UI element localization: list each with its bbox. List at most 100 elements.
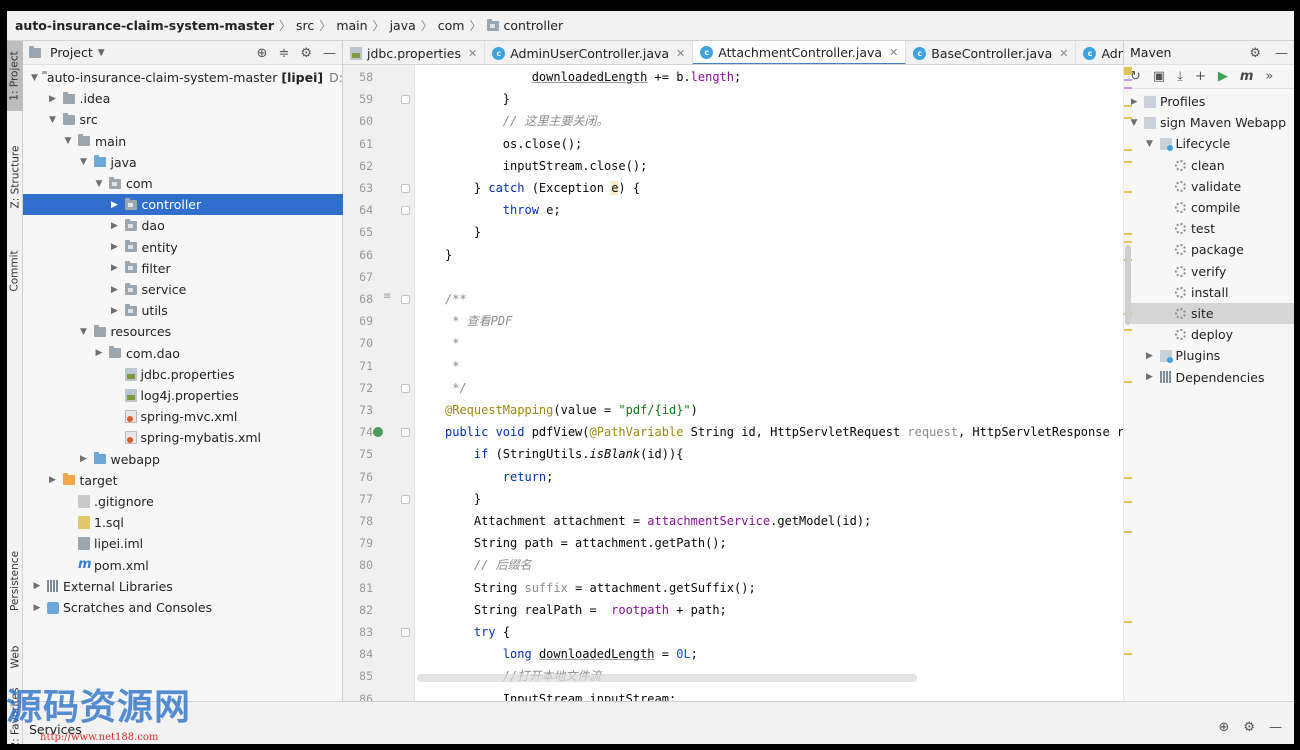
tree-item[interactable]: ▶ target — [23, 470, 343, 491]
tree-item[interactable]: ▼ main — [23, 131, 343, 152]
stripe-mark[interactable] — [1124, 233, 1132, 235]
code-line[interactable]: String path = attachment.getPath(); — [445, 532, 727, 554]
code-line[interactable]: InputStream inputStream; — [445, 688, 676, 701]
stripe-mark[interactable] — [1124, 621, 1132, 623]
maven-tree-item[interactable]: verify — [1124, 261, 1294, 282]
stripe-mark[interactable] — [1124, 477, 1132, 479]
maven-tree-item[interactable]: ▶ Plugins — [1124, 345, 1294, 366]
run-icon[interactable]: ▶ — [1218, 69, 1228, 84]
maven-tree-item[interactable]: install — [1124, 282, 1294, 303]
tree-item[interactable]: ▶ entity — [23, 237, 343, 258]
maven-tree-item[interactable]: ▶ Profiles — [1124, 91, 1294, 112]
tool-window-persistence[interactable]: Persistence — [7, 541, 23, 621]
chevron-down-icon[interactable]: ▼ — [1144, 139, 1156, 149]
code-line[interactable]: throw e; — [445, 199, 561, 221]
tree-item[interactable]: .gitignore — [23, 491, 343, 512]
fold-marker-icon[interactable] — [401, 95, 410, 105]
code-line[interactable]: * — [445, 355, 467, 377]
tree-item[interactable]: ▶ dao — [23, 215, 343, 236]
code-line[interactable]: inputStream.close(); — [445, 155, 648, 177]
more-icon[interactable]: » — [1265, 69, 1273, 84]
breadcrumb-item[interactable]: main — [336, 18, 367, 33]
tree-item[interactable]: ▶ service — [23, 279, 343, 300]
breadcrumb-item[interactable]: java — [390, 18, 416, 33]
maven-goal-icon[interactable]: m — [1240, 69, 1254, 84]
maven-tree-item[interactable]: clean — [1124, 155, 1294, 176]
breadcrumb-item[interactable]: com — [438, 18, 465, 33]
breadcrumb-item[interactable]: auto-insurance-claim-system-master — [15, 18, 274, 33]
code-line[interactable]: * — [445, 332, 459, 354]
code-line[interactable]: return; — [445, 466, 554, 488]
tool-window-structure[interactable]: Z: Structure — [7, 137, 23, 217]
gear-icon[interactable]: ⚙ — [1243, 720, 1255, 735]
tree-item[interactable]: m pom.xml — [23, 555, 343, 576]
tree-item[interactable]: ▼ src — [23, 109, 343, 130]
tree-item[interactable]: ▶ External Libraries — [23, 576, 343, 597]
download-icon[interactable]: ⤓ — [1177, 69, 1183, 84]
chevron-right-icon[interactable]: ▶ — [78, 454, 90, 464]
stripe-mark[interactable] — [1124, 79, 1132, 81]
stripe-mark[interactable] — [1124, 653, 1132, 655]
maven-tree-item[interactable]: ▶ Dependencies — [1124, 367, 1294, 388]
code-line[interactable]: @RequestMapping(value = "pdf/{id}") — [445, 399, 698, 421]
fold-marker-icon[interactable] — [401, 184, 410, 193]
generate-sources-icon[interactable]: ▣ — [1153, 69, 1165, 84]
chevron-right-icon[interactable]: ▶ — [109, 263, 121, 273]
code-line[interactable]: if (StringUtils.isBlank(id)){ — [445, 443, 684, 465]
code-line[interactable]: /** — [445, 288, 467, 310]
chevron-right-icon[interactable]: ▶ — [109, 242, 121, 252]
close-icon[interactable]: ✕ — [889, 46, 898, 59]
stripe-mark[interactable] — [1124, 501, 1132, 503]
chevron-down-icon[interactable]: ▼ — [62, 136, 74, 146]
chevron-right-icon[interactable]: ▶ — [1144, 372, 1156, 382]
warning-icon[interactable] — [1124, 67, 1132, 75]
code-line[interactable]: public void pdfView(@PathVariable String… — [445, 421, 1123, 443]
chevron-down-icon[interactable]: ▼ — [31, 73, 38, 83]
maven-tree-item[interactable]: deploy — [1124, 324, 1294, 345]
code-line[interactable]: os.close(); — [445, 133, 582, 155]
fold-marker-icon[interactable] — [401, 494, 410, 504]
tree-item[interactable]: spring-mvc.xml — [23, 406, 343, 427]
editor-tab[interactable]: c AdminInvestigationControl — [1076, 41, 1123, 64]
maven-tree-item[interactable]: ▼ sign Maven Webapp — [1124, 112, 1294, 133]
collapse-all-icon[interactable]: ≑ — [278, 46, 289, 61]
tree-item[interactable]: ▶ Scratches and Consoles — [23, 597, 343, 618]
code-line[interactable]: String suffix = attachment.getSuffix(); — [445, 577, 756, 599]
maven-tree-item[interactable]: package — [1124, 239, 1294, 260]
tree-item[interactable]: ▶ controller — [23, 194, 343, 216]
add-icon[interactable]: + — [1195, 69, 1206, 84]
stripe-mark[interactable] — [1124, 531, 1132, 533]
tree-item[interactable]: lipei.iml — [23, 533, 343, 554]
code-line[interactable]: long downloadedLength = 0L; — [445, 643, 698, 665]
editor-tab[interactable]: c AdminUserController.java ✕ — [485, 41, 694, 64]
tree-item[interactable]: ▶ webapp — [23, 449, 343, 470]
chevron-right-icon[interactable]: ▶ — [93, 348, 105, 358]
minimize-icon[interactable]: — — [1275, 46, 1288, 61]
code-line[interactable]: * 查看PDF — [445, 310, 512, 332]
fold-marker-icon[interactable] — [401, 383, 410, 393]
maven-tree-item[interactable]: site — [1124, 303, 1294, 324]
stripe-mark[interactable] — [1124, 161, 1132, 163]
chevron-right-icon[interactable]: ▶ — [109, 200, 121, 210]
fold-marker-icon[interactable] — [401, 628, 410, 637]
locate-icon[interactable]: ⊕ — [257, 46, 268, 61]
code-line[interactable]: Attachment attachment = attachmentServic… — [445, 510, 871, 532]
close-icon[interactable]: ✕ — [468, 47, 477, 60]
code-line[interactable]: try { — [445, 621, 510, 643]
tool-window-project[interactable]: 1: Project — [7, 41, 23, 111]
chevron-right-icon[interactable]: ▶ — [109, 221, 121, 231]
code-line[interactable]: */ — [445, 377, 466, 399]
editor-tab[interactable]: c AttachmentController.java ✕ — [693, 41, 907, 64]
request-mapping-icon[interactable] — [373, 427, 383, 438]
tree-item[interactable]: ▶ com.dao — [23, 343, 343, 364]
tree-item[interactable]: 1.sql — [23, 512, 343, 533]
gear-icon[interactable]: ⚙ — [1249, 46, 1261, 61]
chevron-right-icon[interactable]: ▶ — [31, 581, 43, 591]
horizontal-scrollbar[interactable] — [417, 674, 917, 682]
tree-item[interactable]: log4j.properties — [23, 385, 343, 406]
chevron-down-icon[interactable]: ▼ — [47, 115, 59, 125]
stripe-mark[interactable] — [1124, 381, 1132, 383]
chevron-down-icon[interactable]: ▼ — [78, 157, 90, 167]
tree-item[interactable]: ▶ .idea — [23, 88, 343, 109]
tree-item[interactable]: ▼ resources — [23, 321, 343, 342]
